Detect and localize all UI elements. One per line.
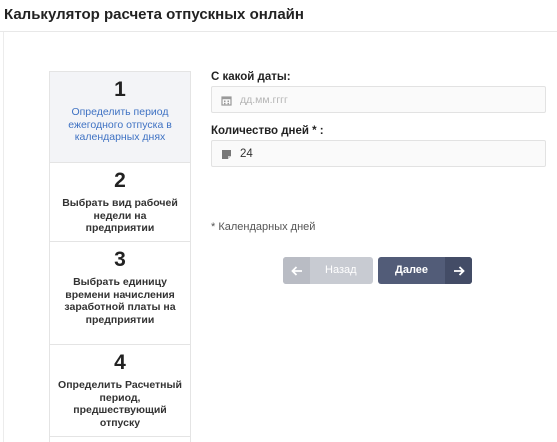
step-text: Выбрать вид рабочей недели на предприяти… xyxy=(62,197,178,234)
steps-sidebar: 1 Определить период ежегодного отпуска в… xyxy=(49,71,191,442)
step-number: 4 xyxy=(114,351,126,374)
date-field[interactable] xyxy=(211,86,546,113)
step-1[interactable]: 1 Определить период ежегодного отпуска в… xyxy=(50,72,190,163)
step-number: 2 xyxy=(114,169,126,192)
arrow-left-icon xyxy=(283,257,310,284)
note-icon xyxy=(222,150,231,159)
next-button[interactable]: Далее xyxy=(378,257,472,284)
step-text: Определить Расчетный период, предшествую… xyxy=(58,379,182,429)
page-title: Калькулятор расчета отпускных онлайн xyxy=(4,6,304,23)
calendar-icon xyxy=(221,96,232,106)
date-label: С какой даты: xyxy=(211,71,291,83)
step-4[interactable]: 4 Определить Расчетный период, предшеств… xyxy=(50,345,190,437)
back-button-label: Назад xyxy=(325,264,357,276)
step-text: Определить период ежегодного отпуска в к… xyxy=(68,106,172,143)
calendar-days-note: * Календарных дней xyxy=(211,221,316,233)
next-button-label: Далее xyxy=(395,264,429,276)
step-3[interactable]: 3 Выбрать единицу времени начисления зар… xyxy=(50,242,190,345)
date-input[interactable] xyxy=(240,87,540,112)
back-button[interactable]: Назад xyxy=(283,257,373,284)
step-number: 1 xyxy=(114,78,126,101)
days-input[interactable] xyxy=(240,141,540,166)
arrow-right-icon xyxy=(445,257,472,284)
step-2[interactable]: 2 Выбрать вид рабочей недели на предприя… xyxy=(50,163,190,242)
step-number: 3 xyxy=(114,248,126,271)
days-label: Количество дней * : xyxy=(211,125,324,137)
step-text: Выбрать единицу времени начисления зараб… xyxy=(64,276,176,326)
days-field[interactable] xyxy=(211,140,546,167)
